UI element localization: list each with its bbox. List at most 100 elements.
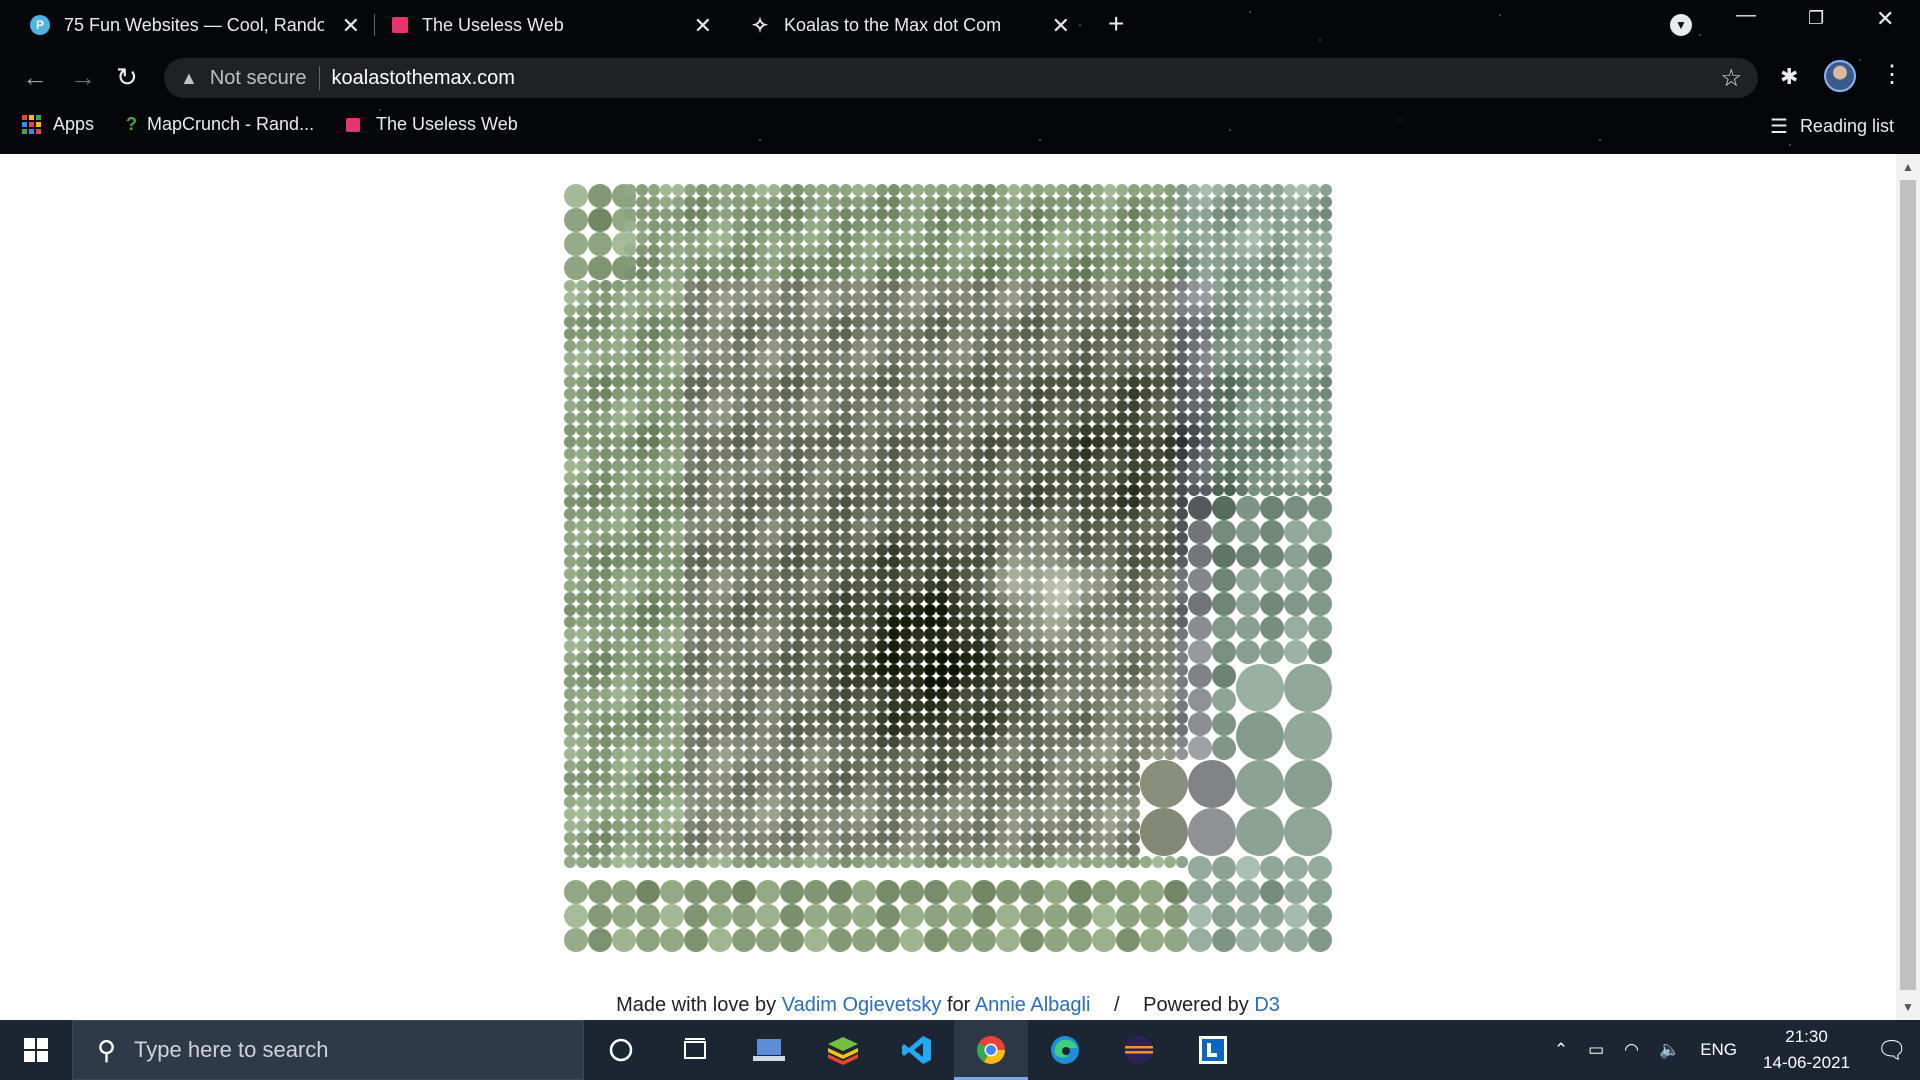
mosaic-dot[interactable]: [1056, 724, 1068, 736]
mosaic-dot[interactable]: [648, 724, 660, 736]
mosaic-dot[interactable]: [996, 784, 1008, 796]
mosaic-dot[interactable]: [876, 628, 888, 640]
mosaic-dot[interactable]: [804, 280, 816, 292]
mosaic-dot[interactable]: [1104, 496, 1116, 508]
mosaic-dot[interactable]: [828, 832, 840, 844]
mosaic-dot[interactable]: [660, 352, 672, 364]
mosaic-dot[interactable]: [564, 592, 576, 604]
mosaic-dot[interactable]: [1260, 400, 1272, 412]
mosaic-dot[interactable]: [840, 808, 852, 820]
mosaic-dot[interactable]: [1152, 556, 1164, 568]
mosaic-dot[interactable]: [972, 280, 984, 292]
mosaic-dot[interactable]: [1308, 256, 1320, 268]
mosaic-dot[interactable]: [732, 628, 744, 640]
mosaic-dot[interactable]: [1092, 688, 1104, 700]
mosaic-dot[interactable]: [672, 196, 684, 208]
mosaic-dot[interactable]: [684, 388, 696, 400]
mosaic-dot[interactable]: [564, 448, 576, 460]
mosaic-dot[interactable]: [1008, 604, 1020, 616]
mosaic-dot[interactable]: [852, 376, 864, 388]
mosaic-dot[interactable]: [1044, 736, 1056, 748]
mosaic-dot[interactable]: [840, 376, 852, 388]
mosaic-dot[interactable]: [720, 556, 732, 568]
mosaic-dot[interactable]: [1044, 328, 1056, 340]
mosaic-dot[interactable]: [696, 340, 708, 352]
mosaic-dot[interactable]: [660, 688, 672, 700]
mosaic-dot[interactable]: [636, 580, 648, 592]
mosaic-dot[interactable]: [1020, 472, 1032, 484]
mosaic-dot[interactable]: [1188, 856, 1212, 880]
mosaic-dot[interactable]: [636, 400, 648, 412]
mosaic-dot[interactable]: [1056, 220, 1068, 232]
mosaic-dot[interactable]: [840, 220, 852, 232]
mosaic-dot[interactable]: [732, 328, 744, 340]
mosaic-dot[interactable]: [1044, 520, 1056, 532]
mosaic-dot[interactable]: [1080, 232, 1092, 244]
mosaic-dot[interactable]: [1128, 568, 1140, 580]
mosaic-dot[interactable]: [576, 376, 588, 388]
mosaic-dot[interactable]: [1140, 580, 1152, 592]
mosaic-dot[interactable]: [780, 616, 792, 628]
mosaic-dot[interactable]: [936, 700, 948, 712]
mosaic-dot[interactable]: [1080, 568, 1092, 580]
mosaic-dot[interactable]: [696, 796, 708, 808]
mosaic-dot[interactable]: [708, 616, 720, 628]
mosaic-dot[interactable]: [1308, 880, 1332, 904]
mosaic-dot[interactable]: [876, 592, 888, 604]
mosaic-dot[interactable]: [1164, 712, 1176, 724]
mosaic-dot[interactable]: [1260, 448, 1272, 460]
mosaic-dot[interactable]: [1260, 244, 1272, 256]
mosaic-dot[interactable]: [600, 448, 612, 460]
mosaic-dot[interactable]: [1044, 856, 1056, 868]
mosaic-dot[interactable]: [636, 700, 648, 712]
mosaic-dot[interactable]: [732, 292, 744, 304]
mosaic-dot[interactable]: [1248, 460, 1260, 472]
mosaic-dot[interactable]: [948, 484, 960, 496]
mosaic-dot[interactable]: [1068, 928, 1092, 952]
mosaic-dot[interactable]: [1104, 724, 1116, 736]
mosaic-dot[interactable]: [1020, 844, 1032, 856]
mosaic-dot[interactable]: [624, 808, 636, 820]
mosaic-dot[interactable]: [960, 460, 972, 472]
mosaic-dot[interactable]: [1152, 184, 1164, 196]
mosaic-dot[interactable]: [1200, 340, 1212, 352]
mosaic-dot[interactable]: [1164, 544, 1176, 556]
mosaic-dot[interactable]: [804, 928, 828, 952]
mosaic-dot[interactable]: [1032, 292, 1044, 304]
mosaic-dot[interactable]: [648, 772, 660, 784]
mosaic-dot[interactable]: [684, 304, 696, 316]
mosaic-dot[interactable]: [1140, 928, 1164, 952]
mosaic-dot[interactable]: [840, 592, 852, 604]
mosaic-dot[interactable]: [1032, 400, 1044, 412]
mosaic-dot[interactable]: [1080, 208, 1092, 220]
mosaic-dot[interactable]: [1116, 832, 1128, 844]
mosaic-dot[interactable]: [612, 736, 624, 748]
mosaic-dot[interactable]: [1128, 364, 1140, 376]
mosaic-dot[interactable]: [1092, 508, 1104, 520]
mosaic-dot[interactable]: [948, 304, 960, 316]
mosaic-dot[interactable]: [1032, 784, 1044, 796]
mosaic-dot[interactable]: [1128, 376, 1140, 388]
mosaic-dot[interactable]: [864, 796, 876, 808]
mosaic-dot[interactable]: [672, 220, 684, 232]
mosaic-dot[interactable]: [900, 232, 912, 244]
mosaic-dot[interactable]: [828, 484, 840, 496]
mosaic-dot[interactable]: [588, 568, 600, 580]
mosaic-dot[interactable]: [576, 844, 588, 856]
mosaic-dot[interactable]: [780, 628, 792, 640]
mosaic-dot[interactable]: [576, 544, 588, 556]
mosaic-dot[interactable]: [612, 520, 624, 532]
mosaic-dot[interactable]: [564, 184, 588, 208]
mosaic-dot[interactable]: [600, 364, 612, 376]
mosaic-dot[interactable]: [636, 376, 648, 388]
mosaic-dot[interactable]: [1116, 784, 1128, 796]
mosaic-dot[interactable]: [1068, 412, 1080, 424]
mosaic-dot[interactable]: [1176, 580, 1188, 592]
mosaic-dot[interactable]: [900, 364, 912, 376]
mosaic-dot[interactable]: [1212, 340, 1224, 352]
mosaic-dot[interactable]: [996, 928, 1020, 952]
mosaic-dot[interactable]: [816, 628, 828, 640]
mosaic-dot[interactable]: [660, 508, 672, 520]
mosaic-dot[interactable]: [1020, 292, 1032, 304]
mosaic-dot[interactable]: [1236, 400, 1248, 412]
